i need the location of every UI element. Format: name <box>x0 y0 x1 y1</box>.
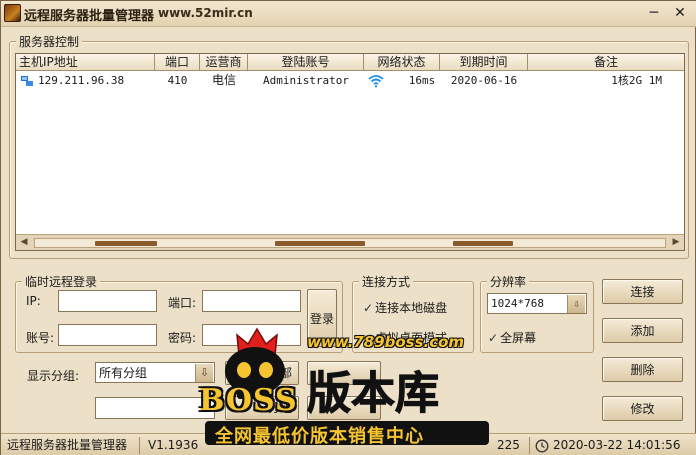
dropdown-arrow-icon[interactable]: ⇩ <box>567 295 585 313</box>
col-ip[interactable]: 主机IP地址 <box>16 54 155 71</box>
watermark-slogan: 全网最低价版本销售中心 <box>215 426 424 447</box>
status-datetime: 2020-03-22 14:01:56 <box>553 438 681 452</box>
delete-button[interactable]: 删除 <box>602 357 683 382</box>
cell-latency: 16ms <box>408 74 436 87</box>
scroll-track[interactable] <box>34 238 666 248</box>
status-partial-value: 225 <box>497 438 520 452</box>
ip-input[interactable] <box>58 290 157 312</box>
local-disk-label: 连接本地磁盘 <box>375 301 448 315</box>
col-account[interactable]: 登陆账号 <box>248 54 364 71</box>
title-bar[interactable]: 远程服务器批量管理器 www.52mir.cn ─ ✕ <box>1 1 696 27</box>
main-window: 远程服务器批量管理器 www.52mir.cn ─ ✕ 服务器控制 主机IP地址… <box>0 0 696 455</box>
watermark-name: 版本库 <box>307 368 440 420</box>
resolution-value: 1024*768 <box>491 297 544 310</box>
col-expiry[interactable]: 到期时间 <box>440 54 528 71</box>
account-input[interactable] <box>58 324 157 346</box>
status-separator <box>529 437 530 454</box>
app-logo-icon <box>4 4 21 22</box>
account-label: 账号: <box>26 331 55 345</box>
group-filter-label: 显示分组: <box>27 369 80 383</box>
window-title: 远程服务器批量管理器 <box>24 9 155 24</box>
status-separator <box>139 437 140 454</box>
resolution-select[interactable]: 1024*768 ⇩ <box>487 293 587 314</box>
resolution-title: 分辨率 <box>487 273 530 290</box>
fullscreen-label: 全屏幕 <box>500 331 537 345</box>
cell-account: Administrator <box>262 74 350 87</box>
watermark-overlay: www.789boss.com BOSS 版本库 全网最低价版本销售中心 <box>197 323 497 448</box>
cell-isp: 电信 <box>211 73 236 87</box>
port-label: 端口: <box>168 296 197 310</box>
local-disk-checkbox[interactable]: ✓ 连接本地磁盘 <box>363 299 447 316</box>
clock-icon <box>535 439 549 453</box>
table-row[interactable]: 129.211.96.38 410 电信 Administrator 16ms … <box>16 72 684 89</box>
scroll-thumb[interactable] <box>95 241 157 246</box>
minimize-button[interactable]: ─ <box>643 3 665 23</box>
status-version: V1.1936 <box>148 438 199 452</box>
password-label: 密码: <box>168 331 197 345</box>
table-header: 主机IP地址 端口 运营商 登陆账号 网络状态 到期时间 备注 <box>16 54 684 71</box>
scroll-right-arrow-icon[interactable]: ▶ <box>669 236 683 249</box>
cell-note: 1核2G 1M <box>611 74 662 87</box>
horizontal-scrollbar[interactable]: ◀ ▶ <box>16 234 684 250</box>
connect-button[interactable]: 连接 <box>602 279 683 304</box>
checkmark-icon: ✓ <box>363 301 374 315</box>
port-input[interactable] <box>202 290 301 312</box>
cell-port: 410 <box>167 74 188 87</box>
temp-login-title: 临时远程登录 <box>22 273 101 290</box>
watermark-brand: BOSS <box>199 383 298 418</box>
add-button[interactable]: 添加 <box>602 318 683 343</box>
status-app-name: 远程服务器批量管理器 <box>7 438 128 452</box>
server-icon <box>21 76 33 86</box>
group-select-value: 所有分组 <box>99 366 148 380</box>
wifi-icon <box>368 75 384 88</box>
col-note[interactable]: 备注 <box>528 54 684 71</box>
col-network[interactable]: 网络状态 <box>364 54 440 71</box>
close-button[interactable]: ✕ <box>669 3 691 23</box>
server-control-title: 服务器控制 <box>16 33 83 50</box>
ip-label: IP: <box>26 294 41 308</box>
watermark-site: www.789boss.com <box>307 333 465 351</box>
scroll-thumb[interactable] <box>275 241 365 246</box>
scroll-left-arrow-icon[interactable]: ◀ <box>17 236 31 249</box>
col-isp[interactable]: 运营商 <box>200 54 248 71</box>
col-port[interactable]: 端口 <box>155 54 200 71</box>
watermark-slogan-banner: 全网最低价版本销售中心 <box>205 421 489 447</box>
cell-expiry: 2020-06-16 <box>450 74 518 87</box>
connection-mode-title: 连接方式 <box>359 273 414 290</box>
modify-button[interactable]: 修改 <box>602 396 683 421</box>
cell-ip: 129.211.96.38 <box>38 74 125 87</box>
scroll-thumb[interactable] <box>453 241 513 246</box>
server-table[interactable]: 主机IP地址 端口 运营商 登陆账号 网络状态 到期时间 备注 129.211.… <box>15 53 685 251</box>
window-url: www.52mir.cn <box>158 6 253 20</box>
